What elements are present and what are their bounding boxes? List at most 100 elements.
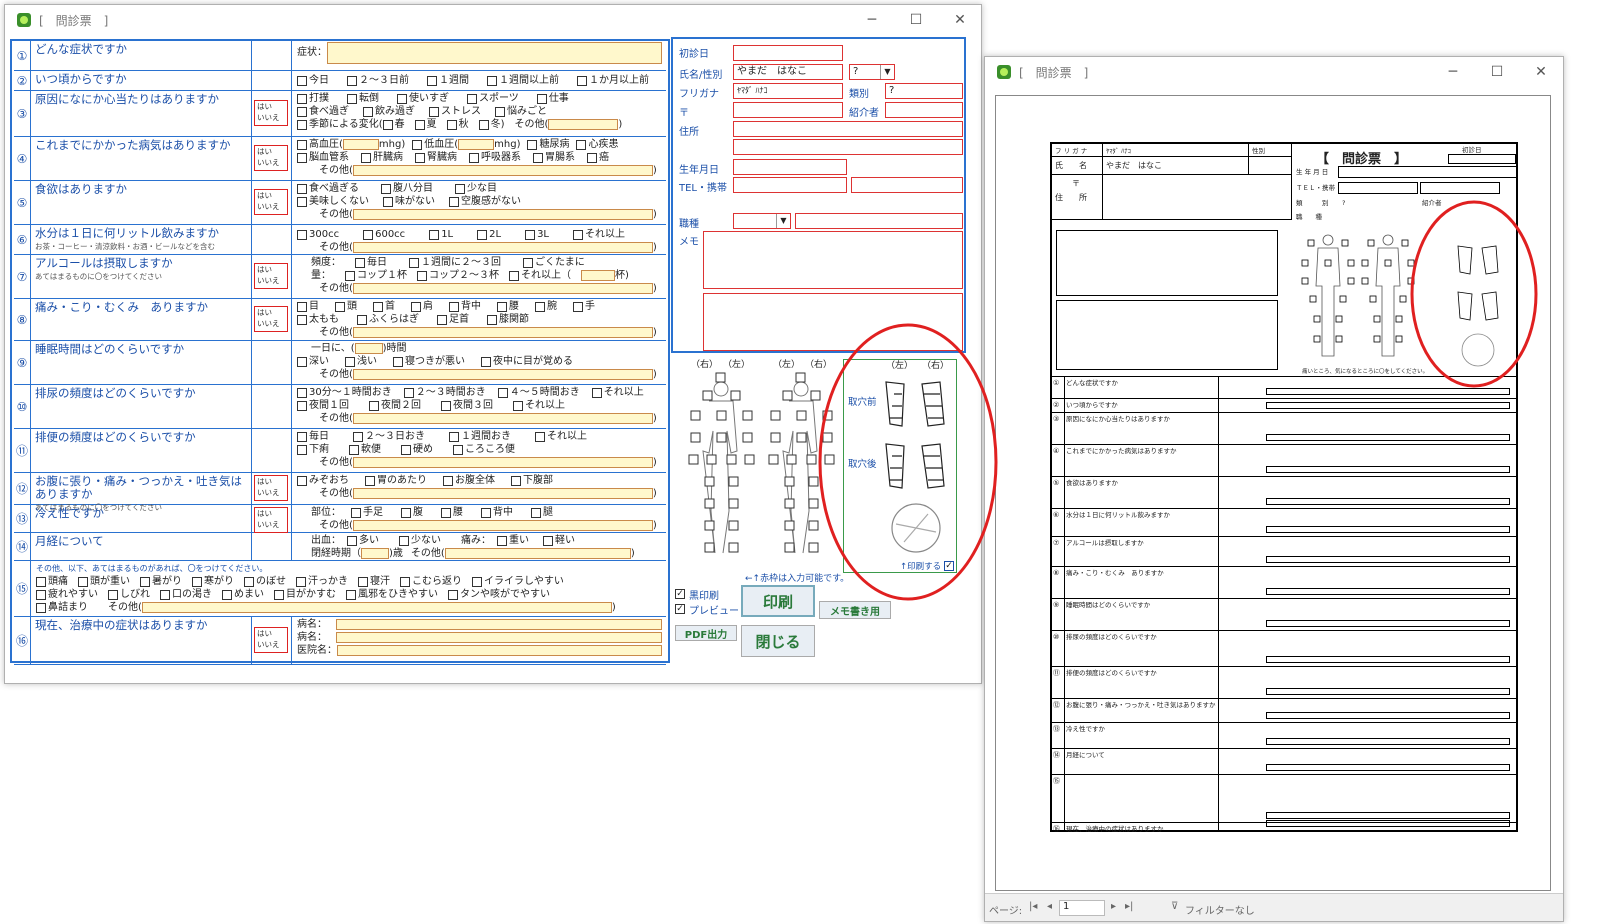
checkbox[interactable] [353, 431, 363, 442]
checkbox[interactable] [297, 444, 307, 455]
checkbox[interactable] [361, 152, 371, 163]
text-input[interactable] [352, 457, 653, 468]
tel-field[interactable] [733, 177, 847, 193]
minimize-button[interactable]: ─ [850, 5, 894, 35]
yes-no-select[interactable]: はい いいえ [254, 475, 288, 501]
checkbox[interactable] [397, 93, 407, 104]
text-input[interactable] [352, 165, 653, 176]
memo-button[interactable]: メモ書き用 [819, 601, 891, 619]
name-field[interactable]: やまだ はなこ [733, 64, 843, 80]
first-page-icon[interactable]: |◂ [1029, 901, 1037, 912]
checkbox[interactable] [36, 602, 46, 613]
preview-checkbox[interactable]: ✓ [675, 604, 685, 614]
text-input[interactable] [352, 520, 653, 531]
checkbox[interactable] [297, 196, 307, 207]
checkbox[interactable] [297, 183, 307, 194]
checkbox[interactable] [297, 301, 307, 312]
checkbox[interactable] [160, 589, 170, 600]
checkbox[interactable] [297, 119, 307, 130]
yes-no-select[interactable]: はい いいえ [254, 189, 288, 215]
checkbox[interactable] [345, 356, 355, 367]
text-input[interactable] [548, 119, 619, 130]
birthdate-field[interactable] [733, 159, 847, 175]
checkbox[interactable] [577, 75, 587, 86]
checkbox[interactable] [36, 589, 46, 600]
checkbox[interactable] [369, 400, 379, 411]
checkbox[interactable] [108, 589, 118, 600]
text-input[interactable] [354, 343, 383, 354]
checkbox[interactable] [244, 576, 254, 587]
checkbox[interactable] [347, 75, 357, 86]
checkbox[interactable] [409, 257, 419, 268]
first-visit-field[interactable] [733, 45, 843, 61]
checkbox[interactable] [441, 507, 451, 518]
text-input[interactable] [352, 369, 653, 380]
text-input[interactable] [342, 139, 379, 150]
memo-field-1[interactable] [703, 231, 963, 289]
job-field[interactable] [795, 213, 963, 229]
checkbox[interactable] [448, 589, 458, 600]
close-form-button[interactable]: 閉じる [741, 625, 815, 657]
kana-field[interactable]: ﾔﾏﾀﾞ ﾊﾅｺ [733, 83, 843, 99]
checkbox[interactable] [415, 152, 425, 163]
preview-maximize-button[interactable]: ☐ [1475, 57, 1519, 87]
checkbox[interactable] [381, 183, 391, 194]
checkbox[interactable] [467, 93, 477, 104]
checkbox[interactable] [414, 119, 425, 130]
checkbox[interactable] [523, 257, 533, 268]
checkbox[interactable] [399, 535, 409, 546]
checkbox[interactable] [535, 431, 545, 442]
checkbox[interactable] [383, 196, 393, 207]
checkbox[interactable] [297, 356, 307, 367]
memo-field-2[interactable] [703, 293, 963, 351]
preview-close-button[interactable]: ✕ [1519, 57, 1563, 87]
checkbox[interactable] [297, 475, 307, 486]
checkbox[interactable] [401, 507, 411, 518]
checkbox[interactable] [355, 257, 365, 268]
checkbox[interactable] [497, 301, 507, 312]
checkbox[interactable] [527, 139, 538, 150]
checkbox[interactable] [345, 270, 355, 281]
checkbox[interactable] [297, 431, 307, 442]
checkbox[interactable] [587, 152, 597, 163]
text-input[interactable] [361, 548, 389, 559]
checkbox[interactable] [297, 229, 307, 240]
checkbox[interactable] [487, 314, 497, 325]
checkbox[interactable] [403, 387, 414, 398]
checkbox[interactable] [509, 270, 519, 281]
checkbox[interactable] [497, 387, 508, 398]
checkbox[interactable] [469, 152, 479, 163]
checkbox[interactable] [449, 301, 459, 312]
checkbox[interactable] [363, 229, 374, 240]
yes-no-select[interactable]: はい いいえ [254, 145, 288, 171]
prev-page-icon[interactable]: ◂ [1047, 901, 1052, 912]
checkbox[interactable] [351, 507, 361, 518]
checkbox[interactable] [481, 507, 491, 518]
checkbox[interactable] [437, 314, 447, 325]
checkbox[interactable] [297, 75, 307, 86]
checkbox[interactable] [36, 576, 46, 587]
checkbox[interactable] [365, 475, 375, 486]
checkbox[interactable] [497, 535, 507, 546]
checkbox[interactable] [543, 535, 553, 546]
checkbox[interactable] [511, 475, 521, 486]
checkbox[interactable] [382, 119, 393, 130]
checkbox[interactable] [441, 400, 451, 411]
checkbox[interactable] [347, 93, 357, 104]
checkbox[interactable] [347, 535, 357, 546]
checkbox[interactable] [297, 106, 307, 117]
checkbox[interactable] [449, 431, 459, 442]
checkbox[interactable] [349, 444, 359, 455]
checkbox[interactable] [429, 229, 440, 240]
disease-input[interactable] [337, 645, 662, 656]
checkbox[interactable] [297, 93, 307, 104]
checkbox[interactable] [535, 301, 545, 312]
checkbox[interactable] [531, 507, 541, 518]
checkbox[interactable] [429, 106, 439, 117]
checkbox[interactable] [536, 93, 547, 104]
checkbox[interactable] [297, 400, 307, 411]
checkbox[interactable] [363, 106, 373, 117]
text-input[interactable] [141, 602, 612, 613]
disease-input[interactable] [336, 619, 662, 630]
kind-field[interactable]: ? [885, 83, 963, 99]
